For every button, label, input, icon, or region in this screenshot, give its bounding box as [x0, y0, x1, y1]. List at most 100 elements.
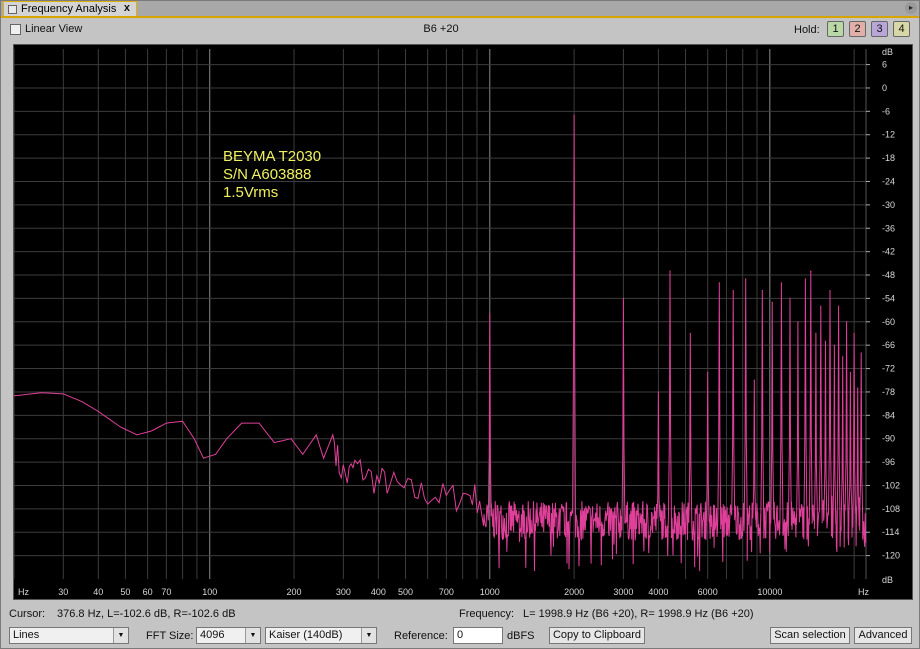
- hold-button-3[interactable]: 3: [871, 21, 888, 37]
- y-tick-label: -18: [882, 153, 895, 163]
- y-tick-label: -84: [882, 410, 895, 420]
- harmonic-peak-point: [622, 297, 625, 300]
- harmonic-peak-point: [789, 297, 791, 300]
- window-function-select[interactable]: Kaiser (140dB) ▼: [265, 627, 377, 644]
- options-row: Linear View B6 +20 Hold: 1 2 3 4: [1, 20, 919, 40]
- copy-to-clipboard-button[interactable]: Copy to Clipboard: [549, 627, 645, 644]
- frequency-label: Frequency:: [459, 608, 515, 620]
- cursor-readout: 376.8 Hz, L=-102.6 dB, R=-102.6 dB: [57, 608, 236, 620]
- tab-title: Frequency Analysis: [21, 3, 117, 15]
- x-tick-label: 30: [58, 587, 68, 597]
- display-mode-select[interactable]: Lines ▼: [9, 627, 129, 644]
- y-tick-label: -90: [882, 434, 895, 444]
- spectrum-series: [13, 114, 867, 572]
- y-tick-label: -114: [882, 527, 899, 537]
- tab-frequency-analysis[interactable]: Frequency Analysis x: [3, 1, 137, 16]
- x-tick-label: 2000: [564, 587, 584, 597]
- panel-icon: [8, 4, 17, 14]
- advanced-button[interactable]: Advanced: [854, 627, 912, 644]
- x-tick-label: 1000: [480, 587, 500, 597]
- cursor-label: Cursor:: [9, 608, 46, 620]
- y-axis: 6 0 -6 -12 -18 -24 -30 -36 -42 -48 -54 -60 -66 -72 -78…: [866, 47, 900, 585]
- y-tick-label: -48: [882, 270, 895, 280]
- x-tick-label: 700: [439, 587, 454, 597]
- spectrum-plot-frame[interactable]: 6 0 -6 -12 -18 -24 -30 -36 -42 -48 -54 -60 -66 -72 -78…: [13, 44, 913, 600]
- x-tick-label: 500: [398, 587, 413, 597]
- harmonic-peak-point: [837, 305, 840, 307]
- x-tick-label: 60: [143, 587, 153, 597]
- harmonic-peak-point: [846, 321, 848, 323]
- harmonic-peak-point: [849, 371, 852, 374]
- close-icon[interactable]: x: [124, 2, 130, 14]
- scan-selection-button[interactable]: Scan selection: [770, 627, 850, 644]
- annotation-line: S/N A603888: [223, 166, 311, 183]
- reference-input[interactable]: 0: [453, 627, 503, 644]
- panel-menu-icon[interactable]: ▸: [905, 2, 917, 14]
- y-tick-label: 0: [882, 83, 887, 93]
- panel-tab-bar: Frequency Analysis x ▸: [1, 1, 919, 18]
- spectrum-trace: [13, 115, 867, 572]
- harmonic-peak-point: [860, 352, 862, 354]
- chart-annotation: BEYMA T2030S/N A6038881.5Vrms: [223, 148, 321, 201]
- harmonic-peak-point: [753, 379, 755, 381]
- annotation-line: BEYMA T2030: [223, 148, 321, 165]
- y-unit-label: dB: [882, 575, 893, 585]
- y-tick-label: -24: [882, 177, 895, 187]
- y-tick-label: -72: [882, 364, 895, 374]
- harmonic-peak-point: [815, 332, 817, 335]
- harmonic-peak-point: [732, 290, 734, 292]
- harmonic-peak-point: [824, 340, 827, 342]
- controls-row: Lines ▼ FFT Size: 4096 ▼ Kaiser (140dB) …: [1, 626, 919, 648]
- harmonic-peak-point: [657, 391, 659, 393]
- x-tick-label: 40: [93, 587, 103, 597]
- hold-label: Hold:: [794, 24, 820, 36]
- harmonic-peak-point: [707, 371, 709, 374]
- chevron-down-icon[interactable]: ▼: [245, 628, 260, 643]
- y-tick-label: -96: [882, 457, 895, 467]
- y-tick-label: -6: [882, 106, 890, 116]
- harmonic-peak-point: [669, 270, 671, 272]
- harmonic-peak-point: [833, 344, 835, 346]
- y-tick-label: 6: [882, 60, 887, 70]
- harmonic-peak-point: [820, 305, 822, 307]
- harmonic-peak-point: [573, 114, 575, 116]
- harmonic-peak-point: [829, 290, 831, 292]
- hold-button-1[interactable]: 1: [827, 21, 844, 37]
- x-unit-label: Hz: [18, 587, 29, 597]
- x-unit-label: Hz: [858, 587, 869, 597]
- chevron-down-icon[interactable]: ▼: [361, 628, 376, 643]
- harmonic-peak-point: [771, 301, 773, 303]
- y-tick-label: -60: [882, 317, 895, 327]
- harmonic-peak-point: [853, 332, 855, 335]
- x-tick-label: 6000: [698, 587, 718, 597]
- harmonic-peak-point: [804, 278, 807, 280]
- chevron-down-icon[interactable]: ▼: [113, 628, 128, 643]
- hold-button-4[interactable]: 4: [893, 21, 910, 37]
- harmonic-peak-point: [842, 356, 844, 358]
- y-tick-label: -66: [882, 340, 895, 350]
- track-name: B6 +20: [423, 23, 459, 35]
- fft-size-value: 4096: [200, 629, 225, 641]
- hold-button-2[interactable]: 2: [849, 21, 866, 37]
- y-tick-label: -54: [882, 293, 895, 303]
- x-tick-label: 70: [161, 587, 171, 597]
- x-tick-label: 300: [336, 587, 351, 597]
- frequency-analysis-window: Frequency Analysis x ▸ Linear View B6 +2…: [0, 0, 920, 649]
- y-tick-label: -30: [882, 200, 895, 210]
- window-function-value: Kaiser (140dB): [269, 629, 343, 641]
- harmonic-peak-point: [761, 290, 763, 292]
- y-tick-label: -120: [882, 551, 900, 561]
- harmonic-peak-point: [689, 332, 691, 335]
- y-tick-label: -42: [882, 247, 895, 257]
- harmonic-peak-point: [857, 387, 859, 389]
- y-unit-label: dB: [882, 47, 893, 57]
- annotation-line: 1.5Vrms: [223, 184, 278, 201]
- x-tick-label: 100: [202, 587, 217, 597]
- fft-size-select[interactable]: 4096 ▼: [196, 627, 261, 644]
- spectrum-chart[interactable]: 60-6-12-18-24-30-36-42-48-54-60-66-72-78…: [13, 45, 912, 599]
- harmonic-peak-point: [810, 270, 812, 272]
- harmonic-peak-point: [745, 278, 747, 280]
- y-tick-label: -12: [882, 130, 895, 140]
- y-tick-label: -102: [882, 480, 900, 490]
- display-mode-value: Lines: [13, 629, 40, 641]
